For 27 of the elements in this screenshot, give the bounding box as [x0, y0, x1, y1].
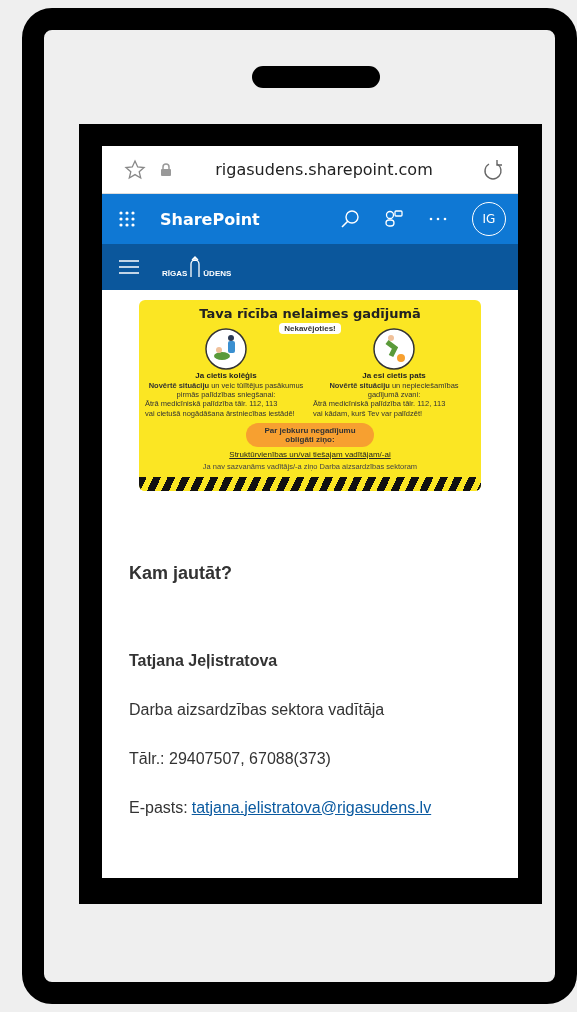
contact-role: Darba aizsardzības sektora vadītāja: [129, 700, 386, 719]
helping-person-drawing: [205, 328, 247, 370]
star-icon[interactable]: [124, 158, 146, 181]
menu-icon[interactable]: [118, 259, 140, 275]
search-icon[interactable]: [340, 209, 360, 229]
tower-icon: [188, 256, 203, 278]
reload-icon[interactable]: [482, 158, 504, 181]
logo-text: RĪGAS: [162, 269, 188, 278]
app-name[interactable]: SharePoint: [160, 209, 316, 229]
contact-name: Tatjana Jeļistratova: [129, 651, 279, 670]
falling-person-drawing: [373, 328, 415, 370]
column-heading: Ja cietis kolēģis: [195, 371, 257, 380]
email-label: E-pasts:: [129, 798, 188, 817]
poster-title: Tava rīcība nelaimes gadījumā: [199, 306, 421, 321]
contact-phone: Tālr.: 29407507, 67088(373): [129, 749, 332, 768]
people-icon[interactable]: [384, 209, 404, 229]
lock-icon: [160, 162, 172, 177]
notice-pill: Par jebkuru negadījumu obligāti ziņo:: [246, 422, 374, 447]
app-launcher-icon[interactable]: [118, 210, 136, 228]
url-text[interactable]: rigasudens.sharepoint.com: [186, 160, 462, 179]
section-heading: Kam jautāt?: [129, 562, 234, 584]
target-text: Struktūrvienības un/vai tiešajam vadītājam/-ai: [229, 449, 391, 459]
logo-text: ŪDENS: [203, 269, 232, 278]
poster-badge: Nekavējoties!: [279, 323, 341, 334]
column-heading: Ja esi cietis pats: [362, 371, 426, 380]
email-link[interactable]: tatjana.jelistratova@rigasudens.lv: [191, 798, 432, 817]
more-icon[interactable]: [428, 216, 448, 222]
